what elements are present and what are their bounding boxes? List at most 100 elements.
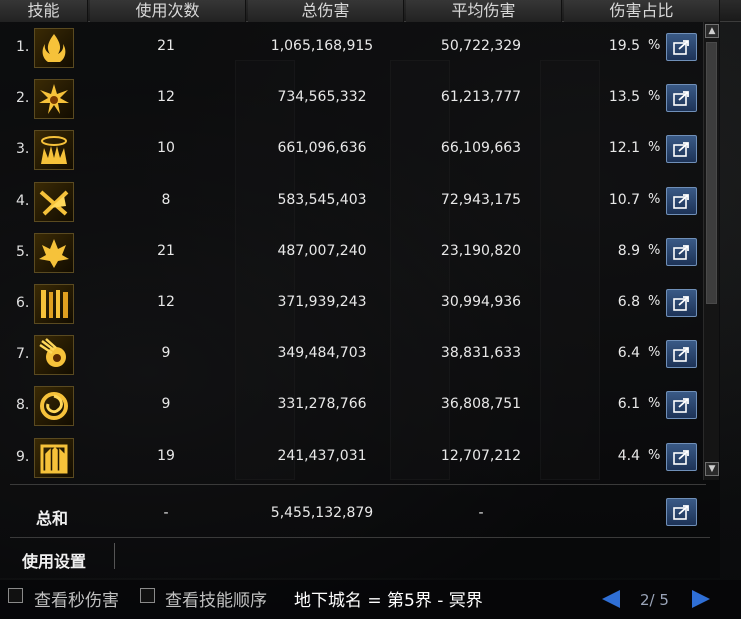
summary-label: 总和 bbox=[36, 509, 69, 528]
share-icon bbox=[672, 142, 689, 158]
next-page-button[interactable] bbox=[692, 590, 710, 608]
header-damage-share[interactable]: 伤害占比 bbox=[564, 0, 720, 22]
row-average-damage: 30,994,936 bbox=[440, 294, 522, 310]
row-rank: 8. bbox=[16, 397, 30, 414]
dungeon-name: 地下城名 = 第5界 - 冥界 bbox=[294, 591, 483, 611]
header-uses[interactable]: 使用次数 bbox=[90, 0, 246, 22]
row-average-damage: 50,722,329 bbox=[440, 38, 522, 54]
row-rank: 2. bbox=[16, 90, 30, 107]
row-damage-share: 6.1 bbox=[617, 396, 640, 413]
flame-gate-icon[interactable] bbox=[34, 437, 74, 478]
starburst-seal-icon[interactable] bbox=[34, 79, 74, 120]
row-total-damage: 734,565,332 bbox=[277, 89, 367, 106]
lotus-flame-icon[interactable] bbox=[34, 232, 74, 273]
row-average-damage: 66,109,663 bbox=[440, 140, 522, 157]
table-row: 3. 10 661,096,636 66,109,663 12.1% bbox=[0, 127, 700, 177]
row-share-button[interactable] bbox=[666, 33, 697, 61]
row-percent-sign: % bbox=[648, 242, 661, 258]
scrollbar[interactable]: ▲ ▼ bbox=[703, 22, 719, 480]
scroll-down-button[interactable]: ▼ bbox=[705, 462, 719, 476]
table-row: 4. 8 583,545,403 72,943,175 10.7% bbox=[0, 179, 700, 229]
row-average-damage: 72,943,175 bbox=[440, 191, 522, 208]
settings-divider bbox=[10, 537, 710, 538]
scroll-up-button[interactable]: ▲ bbox=[705, 24, 719, 38]
row-damage-share: 12.1 bbox=[608, 140, 640, 157]
header-total-damage[interactable]: 总伤害 bbox=[248, 0, 404, 22]
row-share-button[interactable] bbox=[666, 289, 697, 317]
row-rank: 4. bbox=[16, 192, 30, 209]
row-percent-sign: % bbox=[648, 140, 661, 156]
row-uses: 9 bbox=[161, 396, 171, 413]
share-icon bbox=[672, 505, 689, 520]
row-uses: 8 bbox=[161, 191, 171, 208]
row-rank: 7. bbox=[16, 346, 30, 363]
row-percent-sign: % bbox=[648, 191, 661, 207]
row-percent-sign: % bbox=[648, 294, 661, 309]
page-indicator: 2/ 5 bbox=[640, 591, 669, 609]
row-share-button[interactable] bbox=[666, 340, 697, 369]
row-uses: 12 bbox=[157, 294, 175, 310]
row-average-damage: 38,831,633 bbox=[440, 345, 522, 362]
table-row: 9. 19 241,437,031 12,707,212 4.4% bbox=[0, 435, 700, 485]
row-total-damage: 1,065,168,915 bbox=[270, 38, 374, 54]
row-uses: 21 bbox=[157, 38, 175, 54]
row-average-damage: 12,707,212 bbox=[440, 447, 522, 464]
blazing-fist-icon[interactable] bbox=[34, 335, 74, 376]
row-rank: 1. bbox=[16, 39, 30, 55]
row-share-button[interactable] bbox=[666, 135, 697, 164]
share-icon bbox=[672, 244, 689, 260]
row-rank: 3. bbox=[16, 141, 30, 158]
row-average-damage: 36,808,751 bbox=[440, 396, 522, 413]
row-damage-share: 19.5 bbox=[608, 38, 640, 54]
row-share-button[interactable] bbox=[666, 237, 697, 266]
row-uses: 10 bbox=[157, 140, 175, 157]
flame-sigil-icon[interactable] bbox=[34, 28, 74, 68]
row-total-damage: 487,007,240 bbox=[277, 242, 367, 259]
row-share-button[interactable] bbox=[666, 186, 697, 215]
seconds-damage-checkbox[interactable] bbox=[8, 588, 23, 603]
row-rank: 9. bbox=[16, 448, 30, 465]
summary-average-damage: - bbox=[478, 505, 484, 521]
row-uses: 21 bbox=[157, 242, 175, 259]
header-skill[interactable]: 技能 bbox=[0, 0, 88, 22]
fire-vortex-icon[interactable] bbox=[34, 386, 74, 427]
row-uses: 19 bbox=[157, 447, 175, 464]
table-row: 6. 12 371,939,243 30,994,936 6.8% bbox=[0, 281, 700, 331]
share-icon bbox=[672, 40, 689, 55]
table-row: 8. 9 331,278,766 36,808,751 6.1% bbox=[0, 383, 700, 433]
row-uses: 9 bbox=[161, 345, 171, 362]
row-share-button[interactable] bbox=[666, 84, 697, 113]
row-total-damage: 241,437,031 bbox=[277, 447, 367, 464]
summary-divider bbox=[10, 484, 706, 485]
table-row: 7. 9 349,484,703 38,831,633 6.4% bbox=[0, 332, 700, 382]
share-icon bbox=[672, 449, 689, 465]
table-row: 5. 21 487,007,240 23,190,820 8.9% bbox=[0, 230, 700, 280]
scroll-thumb[interactable] bbox=[706, 42, 717, 304]
row-average-damage: 23,190,820 bbox=[440, 242, 522, 259]
row-damage-share: 4.4 bbox=[617, 447, 640, 464]
crossed-blades-icon[interactable] bbox=[34, 181, 74, 222]
share-icon bbox=[672, 347, 689, 362]
row-share-button[interactable] bbox=[666, 391, 697, 420]
flame-pillars-icon[interactable] bbox=[34, 284, 74, 324]
row-percent-sign: % bbox=[648, 447, 661, 463]
row-damage-share: 13.5 bbox=[608, 89, 640, 106]
row-percent-sign: % bbox=[648, 396, 661, 412]
skill-order-checkbox[interactable] bbox=[140, 588, 155, 603]
share-icon bbox=[672, 296, 689, 311]
share-icon bbox=[672, 193, 689, 209]
seconds-damage-label[interactable]: 查看秒伤害 bbox=[34, 586, 119, 611]
header-average-damage[interactable]: 平均伤害 bbox=[406, 0, 562, 22]
row-damage-share: 8.9 bbox=[617, 242, 640, 259]
skill-order-label[interactable]: 查看技能顺序 bbox=[165, 586, 267, 611]
table-row: 1. 21 1,065,168,915 50,722,329 19.5% bbox=[0, 25, 700, 75]
row-uses: 12 bbox=[157, 89, 175, 106]
summary-share-button[interactable] bbox=[666, 498, 697, 526]
table-header: 技能 使用次数 总伤害 平均伤害 伤害占比 bbox=[0, 0, 741, 22]
previous-page-button[interactable] bbox=[602, 590, 620, 608]
row-total-damage: 349,484,703 bbox=[277, 345, 367, 362]
fire-crown-icon[interactable] bbox=[34, 130, 74, 171]
summary-uses: - bbox=[163, 505, 169, 521]
row-share-button[interactable] bbox=[666, 442, 697, 471]
row-percent-sign: % bbox=[648, 345, 661, 361]
